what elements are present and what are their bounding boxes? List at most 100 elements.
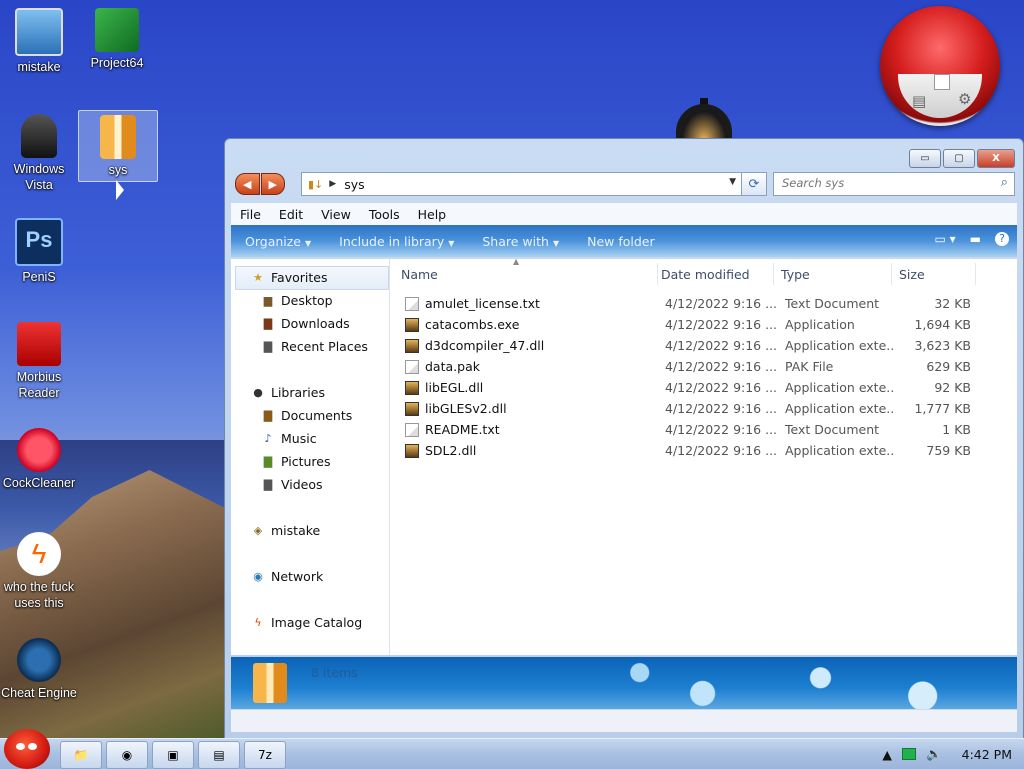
- clock[interactable]: 4:42 PM: [962, 747, 1012, 762]
- tray-expand-icon[interactable]: ▲: [882, 747, 892, 762]
- desktop-icon-morbius-reader[interactable]: Morbius Reader: [0, 322, 78, 401]
- nav-pictures[interactable]: ▇ Pictures: [261, 454, 331, 469]
- menu-edit[interactable]: Edit: [270, 207, 312, 222]
- close-button[interactable]: X: [977, 149, 1015, 168]
- taskbar-button[interactable]: ▣: [152, 741, 194, 769]
- volume-icon[interactable]: 🔈: [926, 746, 942, 762]
- column-header-date[interactable]: Date modified: [653, 263, 774, 285]
- nav-music[interactable]: ♪ Music: [261, 431, 316, 446]
- preview-pane-icon[interactable]: ▬: [970, 232, 981, 246]
- chevron-down-icon: ▼: [552, 238, 560, 248]
- file-name-cell[interactable]: SDL2.dll: [405, 443, 476, 458]
- column-header-name[interactable]: Name ▲: [393, 257, 658, 285]
- file-date: 4/12/2022 9:16 ...: [665, 338, 778, 353]
- taskbar-button[interactable]: ▤: [198, 741, 240, 769]
- gear-icon[interactable]: ⚙: [958, 90, 971, 108]
- file-name-cell[interactable]: README.txt: [405, 422, 500, 437]
- folder-task-icon: ▤: [213, 748, 225, 762]
- maximize-button[interactable]: ▢: [943, 149, 975, 168]
- item-count: 8 items: [311, 665, 358, 680]
- table-row[interactable]: d3dcompiler_47.dll 4/12/2022 9:16 ... Appl…: [405, 335, 1005, 356]
- file-name: libGLESv2.dll: [425, 401, 507, 416]
- cheat-engine-icon: [17, 638, 61, 682]
- file-type: Text Document: [785, 422, 880, 437]
- file-name-cell[interactable]: amulet_license.txt: [405, 296, 540, 311]
- nav-desktop[interactable]: ▆ Desktop: [261, 293, 333, 308]
- forward-button[interactable]: ▶: [260, 173, 285, 195]
- address-path[interactable]: sys: [344, 177, 364, 192]
- file-name-cell[interactable]: libEGL.dll: [405, 380, 483, 395]
- file-date: 4/12/2022 9:16 ...: [665, 380, 778, 395]
- column-header-type[interactable]: Type: [773, 263, 892, 285]
- include-in-library-button[interactable]: Include in library ▼: [325, 234, 468, 249]
- desktop-icon-penis[interactable]: Ps PeniS: [0, 218, 78, 285]
- nav-homegroup[interactable]: ◈ mistake: [251, 523, 320, 538]
- address-bar[interactable]: ▮↓ ▶ sys ▼: [301, 172, 743, 196]
- share-with-button[interactable]: Share with ▼: [468, 234, 573, 249]
- battery-icon[interactable]: [902, 748, 917, 760]
- minimize-button[interactable]: ▭: [909, 149, 941, 168]
- desktop-icon: ▆: [263, 293, 273, 307]
- taskbar-button[interactable]: 7z: [244, 741, 286, 769]
- nav-documents[interactable]: ▇ Documents: [261, 408, 353, 423]
- breadcrumb-arrow-icon[interactable]: ▶: [329, 179, 336, 189]
- documents-icon: ▇: [263, 408, 273, 422]
- desktop-icon-sys[interactable]: sys: [78, 110, 158, 182]
- start-button[interactable]: [4, 729, 50, 769]
- menu-tools[interactable]: Tools: [360, 207, 409, 222]
- file-name-cell[interactable]: data.pak: [405, 359, 480, 374]
- desktop-icon-windows-vista[interactable]: Windows Vista: [0, 114, 78, 193]
- organize-button[interactable]: Organize ▼: [231, 234, 325, 249]
- nav-network[interactable]: ◉ Network: [251, 569, 323, 584]
- file-size: 1 KB: [942, 422, 971, 437]
- back-button[interactable]: ◀: [235, 173, 260, 195]
- file-size: 1,777 KB: [914, 401, 971, 416]
- nav-recent-places[interactable]: ▇ Recent Places: [261, 339, 368, 354]
- nav-libraries[interactable]: ● Libraries: [251, 385, 325, 400]
- file-size: 3,623 KB: [914, 338, 971, 353]
- menu-help[interactable]: Help: [409, 207, 456, 222]
- table-row[interactable]: data.pak 4/12/2022 9:16 ... PAK File 629 KB: [405, 356, 1005, 377]
- search-input[interactable]: [774, 173, 990, 193]
- report-icon[interactable]: ▤: [912, 92, 926, 110]
- desktop-icon-mistake[interactable]: mistake: [0, 8, 78, 75]
- table-row[interactable]: libEGL.dll 4/12/2022 9:16 ... Application …: [405, 377, 1005, 398]
- desktop-icon-cheat-engine[interactable]: Cheat Engine: [0, 638, 78, 701]
- folder-icon: [100, 115, 136, 159]
- taskbar-button[interactable]: 📁: [60, 741, 102, 769]
- table-row[interactable]: catacombs.exe 4/12/2022 9:16 ... Applicati…: [405, 314, 1005, 335]
- new-folder-button[interactable]: New folder: [573, 234, 669, 249]
- nav-image-catalog[interactable]: ϟ Image Catalog: [251, 615, 362, 630]
- file-date: 4/12/2022 9:16 ...: [665, 317, 778, 332]
- chevron-down-icon[interactable]: ▼: [729, 177, 736, 187]
- sort-arrow-icon: ▲: [513, 257, 520, 266]
- table-row[interactable]: amulet_license.txt 4/12/2022 9:16 ... Text…: [405, 293, 1005, 314]
- refresh-button[interactable]: ⟳: [741, 172, 767, 196]
- file-name: libEGL.dll: [425, 380, 484, 395]
- help-button[interactable]: ?: [995, 232, 1009, 246]
- nav-videos[interactable]: ▇ Videos: [261, 477, 323, 492]
- file-type: Application exte...: [785, 380, 895, 395]
- table-row[interactable]: README.txt 4/12/2022 9:16 ... Text Documen…: [405, 419, 1005, 440]
- view-options-icon[interactable]: ▭ ▾: [934, 232, 955, 246]
- file-name-cell[interactable]: d3dcompiler_47.dll: [405, 338, 544, 353]
- column-header-size[interactable]: Size: [891, 263, 976, 285]
- menu-view[interactable]: View: [312, 207, 360, 222]
- table-row[interactable]: SDL2.dll 4/12/2022 9:16 ... Application ex…: [405, 440, 1005, 461]
- menu-file[interactable]: File: [231, 207, 270, 222]
- kaspersky-gadget[interactable]: ▤ ⚙: [880, 6, 1000, 126]
- file-date: 4/12/2022 9:16 ...: [665, 401, 778, 416]
- nav-downloads[interactable]: ▇ Downloads: [261, 316, 350, 331]
- desktop-icon-label: Project64: [90, 56, 144, 70]
- taskbar-button[interactable]: ◉: [106, 741, 148, 769]
- file-name-cell[interactable]: libGLESv2.dll: [405, 401, 507, 416]
- nav-favorites[interactable]: ★ Favorites: [251, 270, 327, 285]
- project64-icon: [95, 8, 139, 52]
- table-row[interactable]: libGLESv2.dll 4/12/2022 9:16 ... Applicati…: [405, 398, 1005, 419]
- desktop-icon-project64[interactable]: Project64: [78, 8, 156, 71]
- search-box[interactable]: ⌕: [773, 172, 1015, 196]
- file-name-cell[interactable]: catacombs.exe: [405, 317, 519, 332]
- search-icon[interactable]: ⌕: [1001, 175, 1008, 190]
- desktop-icon-cockcleaner[interactable]: CockCleaner: [0, 428, 78, 491]
- desktop-icon-who-uses-this[interactable]: ϟ who the fuck uses this: [0, 532, 78, 611]
